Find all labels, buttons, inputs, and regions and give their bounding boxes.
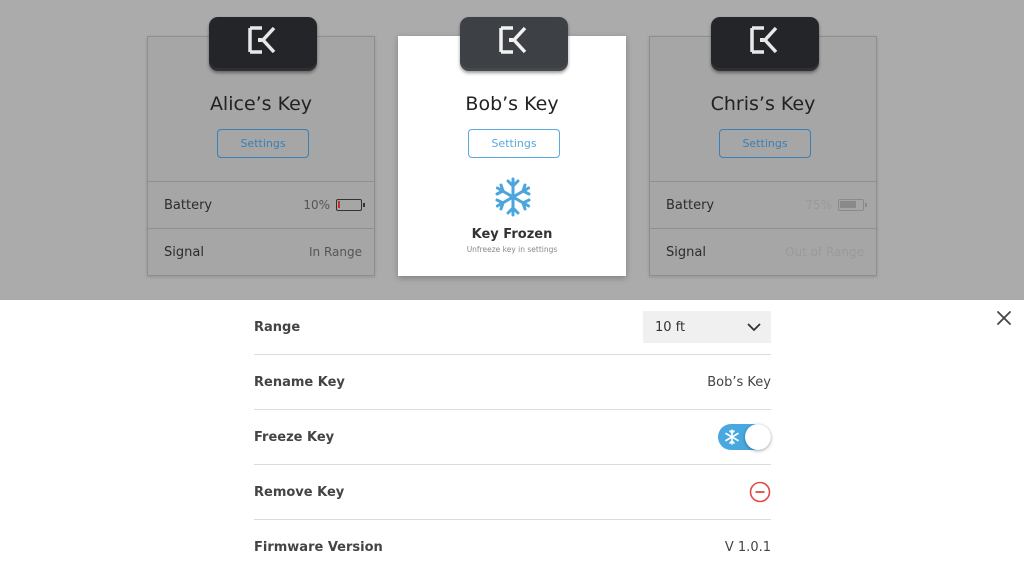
- key-device-image: [460, 17, 568, 71]
- firmware-label: Firmware Version: [254, 540, 383, 555]
- battery-label: Battery: [164, 197, 213, 213]
- range-value: 10 ft: [655, 319, 686, 335]
- battery-icon: [336, 199, 365, 211]
- key-card-bob: Bob’s Key Settings Key Frozen Unfreeze k…: [398, 17, 626, 276]
- card-title: Chris’s Key: [710, 93, 816, 115]
- toggle-knob: [745, 424, 771, 450]
- rename-label: Rename Key: [254, 374, 345, 390]
- battery-row: Battery 75%: [650, 181, 876, 228]
- key-device-image: [209, 17, 317, 71]
- settings-sheet: Range 10 ft Rename Key Bob’s Key Freeze …: [0, 300, 1024, 576]
- close-icon[interactable]: [994, 308, 1014, 328]
- ek-logo-icon: [247, 26, 279, 54]
- battery-value: 75%: [805, 198, 867, 212]
- battery-row: Battery 10%: [148, 181, 374, 228]
- battery-icon: [838, 199, 867, 211]
- battery-value: 10%: [303, 198, 365, 212]
- signal-value: Out of Range: [785, 245, 864, 259]
- settings-button[interactable]: Settings: [217, 129, 309, 158]
- rename-value[interactable]: Bob’s Key: [707, 375, 771, 390]
- key-card-alice: Alice’s Key Settings Battery 10% Signal …: [147, 17, 375, 276]
- card-title: Bob’s Key: [465, 93, 559, 115]
- battery-percent: 10%: [303, 198, 330, 212]
- minus-circle-icon[interactable]: [749, 481, 771, 503]
- battery-level-fill: [338, 201, 340, 208]
- battery-percent: 75%: [805, 198, 832, 212]
- snowflake-icon: [725, 429, 739, 445]
- range-label: Range: [254, 319, 301, 335]
- freeze-toggle[interactable]: [718, 424, 771, 450]
- range-select[interactable]: 10 ft: [643, 311, 771, 343]
- signal-label: Signal: [666, 244, 706, 260]
- chevron-down-icon: [747, 323, 761, 331]
- ek-logo-icon: [498, 26, 530, 54]
- signal-row: Signal Out of Range: [650, 228, 876, 275]
- rename-row[interactable]: Rename Key Bob’s Key: [254, 355, 771, 410]
- signal-label: Signal: [164, 244, 204, 260]
- key-device-image: [711, 17, 819, 71]
- remove-row: Remove Key: [254, 465, 771, 520]
- frozen-subtitle: Unfreeze key in settings: [466, 245, 558, 254]
- battery-label: Battery: [666, 197, 715, 213]
- signal-row: Signal In Range: [148, 228, 374, 275]
- remove-label: Remove Key: [254, 484, 345, 500]
- battery-level-fill: [840, 201, 856, 208]
- signal-value: In Range: [309, 245, 362, 259]
- settings-button[interactable]: Settings: [468, 129, 560, 158]
- ek-logo-icon: [749, 26, 781, 54]
- firmware-value: V 1.0.1: [724, 540, 771, 555]
- key-card-chris: Chris’s Key Settings Battery 75% Signal …: [649, 17, 877, 276]
- range-row: Range 10 ft: [254, 300, 771, 355]
- freeze-label: Freeze Key: [254, 429, 335, 445]
- snowflake-icon: [493, 177, 533, 217]
- card-title: Alice’s Key: [209, 93, 313, 115]
- frozen-title: Key Frozen: [471, 227, 553, 242]
- firmware-row: Firmware Version V 1.0.1: [254, 520, 771, 575]
- freeze-row: Freeze Key: [254, 410, 771, 465]
- settings-button[interactable]: Settings: [719, 129, 811, 158]
